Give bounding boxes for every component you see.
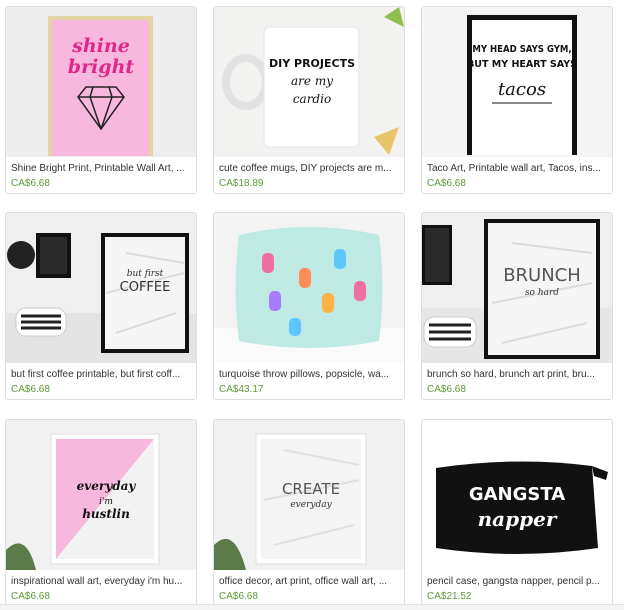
listing-price: CA$6.68 — [219, 591, 258, 602]
art-text-line: but first — [127, 269, 164, 279]
listing-price: CA$6.68 — [427, 178, 466, 189]
art-text-line: napper — [478, 507, 558, 531]
listing-title[interactable]: but first coffee printable, but first co… — [11, 369, 193, 380]
art-text-line: i'm — [99, 497, 113, 507]
listing-image[interactable]: DIY PROJECTS are my cardio — [214, 7, 404, 157]
art-text-line: so hard — [525, 288, 559, 298]
listing-card[interactable]: turquoise throw pillows, popsicle, wa...… — [213, 212, 405, 400]
listing-price: CA$6.68 — [427, 384, 466, 395]
art-text-line: everyday — [77, 479, 137, 493]
listing-title[interactable]: inspirational wall art, everyday i'm hu.… — [11, 576, 193, 587]
art-text-line: CREATE — [282, 480, 340, 498]
art-text-line: DIY PROJECTS — [269, 57, 355, 70]
listing-price: CA$6.68 — [11, 591, 50, 602]
listing-price: CA$6.68 — [11, 384, 50, 395]
art-text-line: BUT MY HEART SAYS — [467, 59, 577, 70]
listing-image[interactable]: BRUNCH so hard — [422, 213, 612, 363]
listing-card[interactable]: DIY PROJECTS are my cardio cute coffee m… — [213, 6, 405, 194]
listing-image[interactable]: CREATE everyday — [214, 420, 404, 570]
art-text-line: everyday — [290, 500, 332, 510]
art-text-line: COFFEE — [120, 280, 171, 295]
listing-card[interactable]: GANGSTA napper pencil case, gangsta napp… — [421, 419, 613, 607]
listing-image[interactable]: GANGSTA napper — [422, 420, 612, 570]
art-text-line: BRUNCH — [503, 265, 581, 286]
art-text-line: GANGSTA — [469, 484, 565, 505]
listing-price: CA$43.17 — [219, 384, 264, 395]
listing-card[interactable]: everyday i'm hustlin inspirational wall … — [5, 419, 197, 607]
listing-image[interactable]: shine bright — [6, 7, 196, 157]
art-text-line: cardio — [293, 92, 331, 106]
art-text-line: bright — [68, 56, 135, 78]
art-text-line: shine — [71, 35, 130, 57]
art-text-line: tacos — [498, 79, 546, 100]
listing-title[interactable]: pencil case, gangsta napper, pencil p... — [427, 576, 609, 587]
bottom-scroll-edge — [0, 604, 624, 610]
listing-title[interactable]: Taco Art, Printable wall art, Tacos, ins… — [427, 163, 609, 174]
listing-card[interactable]: MY HEAD SAYS GYM, BUT MY HEART SAYS taco… — [421, 6, 613, 194]
listing-card[interactable]: shine bright Shine Bright Print, Printab… — [5, 6, 197, 194]
listing-price: CA$18.89 — [219, 178, 264, 189]
art-text-line: are my — [291, 74, 333, 88]
listing-title[interactable]: office decor, art print, office wall art… — [219, 576, 401, 587]
listing-title[interactable]: Shine Bright Print, Printable Wall Art, … — [11, 163, 193, 174]
art-text-line: hustlin — [82, 507, 130, 521]
listing-title[interactable]: cute coffee mugs, DIY projects are m... — [219, 163, 401, 174]
listing-card[interactable]: but first COFFEE but first coffee printa… — [5, 212, 197, 400]
listing-card[interactable]: CREATE everyday office decor, art print,… — [213, 419, 405, 607]
listing-image[interactable]: but first COFFEE — [6, 213, 196, 363]
listing-image[interactable]: MY HEAD SAYS GYM, BUT MY HEART SAYS taco… — [422, 7, 612, 157]
listing-title[interactable]: brunch so hard, brunch art print, bru... — [427, 369, 609, 380]
listing-price: CA$6.68 — [11, 178, 50, 189]
listing-title[interactable]: turquoise throw pillows, popsicle, wa... — [219, 369, 401, 380]
listing-image[interactable]: everyday i'm hustlin — [6, 420, 196, 570]
art-text-line: MY HEAD SAYS GYM, — [472, 44, 571, 55]
listing-card[interactable]: BRUNCH so hard brunch so hard, brunch ar… — [421, 212, 613, 400]
listing-price: CA$21.52 — [427, 591, 472, 602]
listing-image[interactable] — [214, 213, 404, 363]
